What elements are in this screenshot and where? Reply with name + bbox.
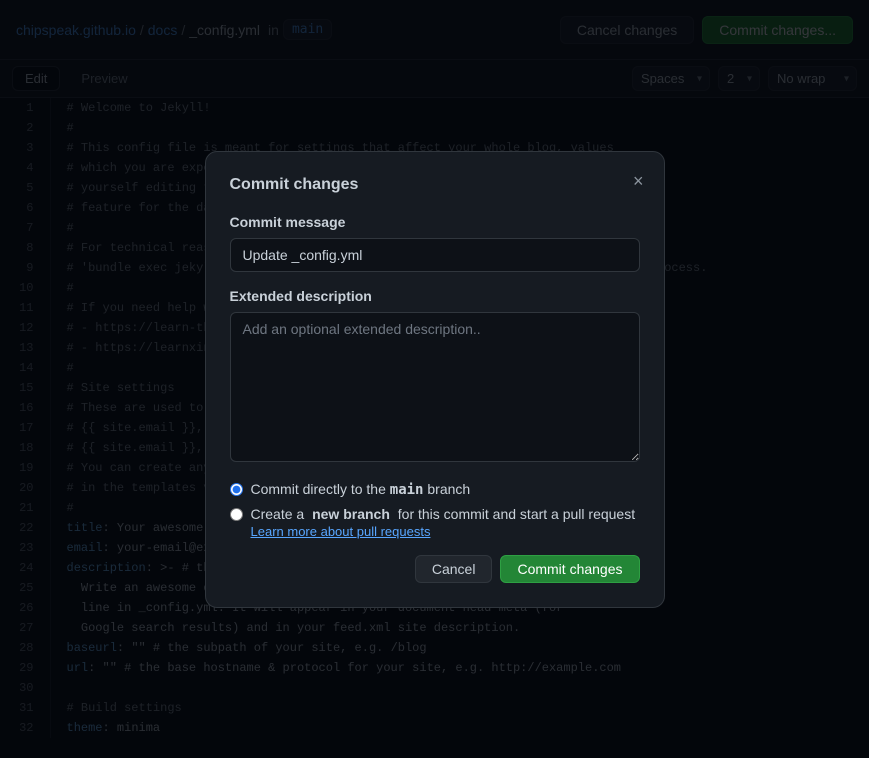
extended-description-textarea[interactable]	[230, 312, 640, 462]
modal-commit-button[interactable]: Commit changes	[500, 555, 639, 583]
radio-new-branch-suffix: for this commit and start a pull request	[398, 506, 635, 522]
radio-direct-item[interactable]: Commit directly to the main branch	[230, 481, 640, 498]
radio-new-branch-highlight: new branch	[312, 506, 390, 522]
radio-direct-branch: main	[390, 482, 424, 498]
radio-direct-suffix: branch	[427, 481, 470, 497]
commit-message-group: Commit message	[230, 214, 640, 272]
modal-actions: Cancel Commit changes	[230, 555, 640, 583]
extended-description-group: Extended description	[230, 288, 640, 465]
radio-direct-label: Commit directly to the main branch	[251, 481, 471, 498]
radio-new-branch-input[interactable]	[230, 508, 243, 521]
extended-description-label: Extended description	[230, 288, 640, 304]
radio-group: Commit directly to the main branch Creat…	[230, 481, 640, 539]
modal-title: Commit changes	[230, 176, 640, 194]
modal-cancel-button[interactable]: Cancel	[415, 555, 493, 583]
commit-message-label: Commit message	[230, 214, 640, 230]
learn-more-link[interactable]: Learn more about pull requests	[251, 524, 636, 539]
modal-overlay: Commit changes × Commit message Extended…	[0, 0, 869, 758]
radio-direct-input[interactable]	[230, 483, 243, 496]
modal-close-button[interactable]: ×	[629, 168, 648, 194]
radio-new-branch-prefix: Create a	[251, 506, 305, 522]
commit-modal: Commit changes × Commit message Extended…	[205, 151, 665, 608]
radio-new-branch-label: Create a new branch for this commit and …	[251, 506, 636, 539]
radio-new-branch-item[interactable]: Create a new branch for this commit and …	[230, 506, 640, 539]
commit-message-input[interactable]	[230, 238, 640, 272]
radio-direct-text: Commit directly to the	[251, 481, 386, 497]
